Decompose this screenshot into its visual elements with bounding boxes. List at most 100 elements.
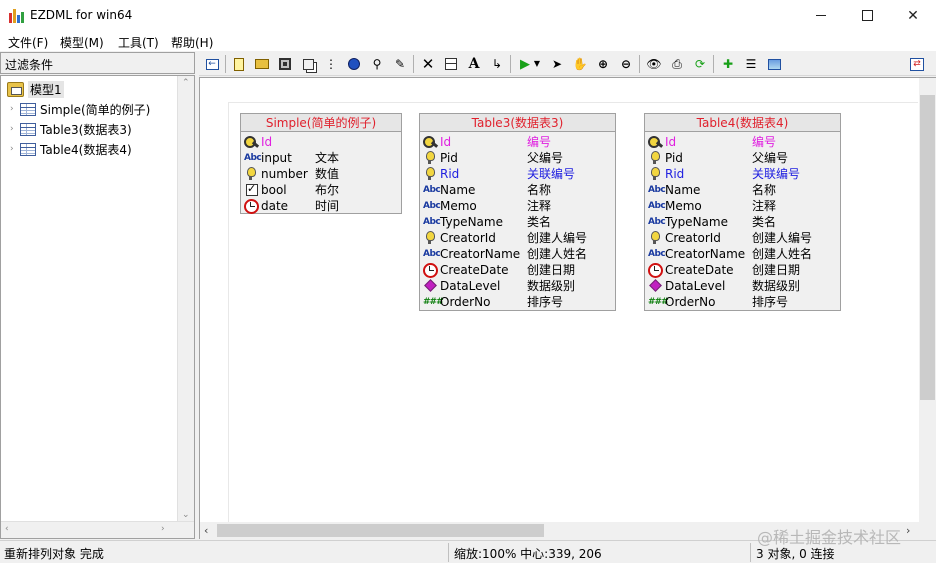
pointer-icon[interactable]: ➤ xyxy=(548,55,566,73)
field-row[interactable]: ### OrderNo 排序号 xyxy=(420,294,615,310)
menu-model[interactable]: 模型(M) xyxy=(60,34,104,51)
delete-icon[interactable]: ✕ xyxy=(419,55,437,73)
field-name: DataLevel xyxy=(440,279,501,293)
entity-table[interactable]: Simple(简单的例子)IdAbcinput文本number数值bool布尔d… xyxy=(240,113,402,214)
field-row[interactable]: number 数值 xyxy=(241,166,401,182)
entity-table[interactable]: Table4(数据表4) Id 编号 Pid 父编号 Rid 关联编号 Abc Name 名称 Ab… xyxy=(644,113,841,311)
field-name: Id xyxy=(440,135,452,149)
field-row[interactable]: DataLevel 数据级别 xyxy=(420,278,615,294)
scroll-down-icon[interactable]: ⌄ xyxy=(182,510,190,520)
tree-item-model[interactable]: 模型1 xyxy=(7,80,64,98)
new-icon[interactable] xyxy=(230,55,248,73)
tree-horizontal-scrollbar[interactable]: ‹ › xyxy=(1,521,194,538)
field-row[interactable]: date 时间 xyxy=(241,198,401,214)
find-icon[interactable]: ⚲ xyxy=(368,55,386,73)
bulb-icon xyxy=(648,167,663,181)
bulb-icon xyxy=(244,167,259,181)
field-row[interactable]: Abc Memo 注释 xyxy=(645,198,840,214)
scroll-right-icon[interactable]: › xyxy=(906,524,910,537)
entity-table[interactable]: Table3(数据表3) Id 编号 Pid 父编号 Rid 关联编号 Abc Name 名称 Ab… xyxy=(419,113,616,311)
field-comment: 注释 xyxy=(527,199,552,213)
field-row[interactable]: Abc Name 名称 xyxy=(420,182,615,198)
field-row[interactable]: Abc input 文本 xyxy=(241,150,401,166)
tree-item-table[interactable]: › Simple(简单的例子) xyxy=(1,100,150,118)
field-row[interactable]: Abc TypeName 类名 xyxy=(420,214,615,230)
minimize-button[interactable] xyxy=(798,0,844,31)
field-comment: 创建人姓名 xyxy=(752,247,813,261)
field-name: Rid xyxy=(440,167,460,181)
filter-label[interactable]: 过滤条件 xyxy=(0,52,195,74)
run-dropdown-icon[interactable]: ▼ xyxy=(532,55,542,73)
hand-icon[interactable]: ✋ xyxy=(571,55,589,73)
expand-icon[interactable]: › xyxy=(10,124,20,134)
view-icon[interactable]: 👁 xyxy=(645,55,663,73)
link-icon[interactable]: ↳ xyxy=(488,55,506,73)
globe-icon[interactable] xyxy=(345,55,363,73)
field-row[interactable]: Id 编号 xyxy=(645,134,840,150)
canvas-vertical-scrollbar[interactable] xyxy=(919,78,936,523)
menu-help[interactable]: 帮助(H) xyxy=(171,34,213,51)
pencil-icon[interactable]: ✎ xyxy=(391,55,409,73)
open-icon[interactable] xyxy=(253,55,271,73)
print-icon[interactable]: ⎙ xyxy=(668,55,686,73)
expand-icon[interactable]: › xyxy=(10,104,20,114)
app-icon xyxy=(9,9,24,23)
field-row[interactable]: Abc Name 名称 xyxy=(645,182,840,198)
maximize-button[interactable] xyxy=(844,0,890,31)
field-row[interactable]: Abc Memo 注释 xyxy=(420,198,615,214)
properties-icon[interactable]: ☰ xyxy=(742,55,760,73)
field-name: Id xyxy=(261,135,273,149)
image-icon[interactable] xyxy=(765,55,783,73)
scroll-right-icon[interactable]: › xyxy=(161,524,165,534)
field-comment: 名称 xyxy=(527,183,552,197)
menu-file[interactable]: 文件(F) xyxy=(8,34,48,51)
field-row[interactable]: Rid 关联编号 xyxy=(420,166,615,182)
model-tree[interactable]: 模型1 › Simple(简单的例子) › Table3(数据表3) › Tab… xyxy=(0,75,195,539)
zoom-in-icon[interactable]: ⊕ xyxy=(594,55,612,73)
tree-item-table[interactable]: › Table4(数据表4) xyxy=(1,140,132,158)
field-row[interactable]: Pid 父编号 xyxy=(645,150,840,166)
field-row[interactable]: Abc CreatorName 创建人姓名 xyxy=(420,246,615,262)
zoom-out-icon[interactable]: ⊖ xyxy=(617,55,635,73)
field-row[interactable]: Id 编号 xyxy=(420,134,615,150)
add-icon[interactable]: ✚ xyxy=(719,55,737,73)
save-icon[interactable] xyxy=(276,55,294,73)
table-icon xyxy=(20,142,36,156)
expand-icon[interactable]: › xyxy=(10,144,20,154)
horizontal-scroll-thumb[interactable] xyxy=(217,524,544,537)
dock-icon[interactable]: ⇄ xyxy=(908,55,926,73)
field-row[interactable]: CreatorId 创建人编号 xyxy=(645,230,840,246)
diagram-canvas[interactable]: Simple(简单的例子)IdAbcinput文本number数值bool布尔d… xyxy=(199,77,936,539)
tree-item-table[interactable]: › Table3(数据表3) xyxy=(1,120,132,138)
field-row[interactable]: bool 布尔 xyxy=(241,182,401,198)
field-row[interactable]: Abc TypeName 类名 xyxy=(645,214,840,230)
scroll-left-icon[interactable]: ‹ xyxy=(204,524,208,537)
field-row[interactable]: CreateDate 创建日期 xyxy=(645,262,840,278)
refresh-icon[interactable]: ⟳ xyxy=(691,55,709,73)
field-row[interactable]: CreateDate 创建日期 xyxy=(420,262,615,278)
left-panel: 过滤条件 模型1 › Simple(简单的例子) › Table3(数据表3) … xyxy=(0,52,195,539)
tree-icon[interactable]: ⋮ xyxy=(322,55,340,73)
table-icon[interactable] xyxy=(442,55,460,73)
field-row[interactable]: Pid 父编号 xyxy=(420,150,615,166)
scroll-left-icon[interactable]: ‹ xyxy=(5,524,9,534)
key-icon xyxy=(423,135,438,149)
scroll-up-icon[interactable]: ⌃ xyxy=(182,78,190,88)
field-row[interactable]: CreatorId 创建人编号 xyxy=(420,230,615,246)
back-icon[interactable]: ← xyxy=(203,55,221,73)
close-button[interactable]: ✕ xyxy=(890,0,936,31)
field-row[interactable]: DataLevel 数据级别 xyxy=(645,278,840,294)
field-comment: 时间 xyxy=(315,199,340,213)
field-row[interactable]: Abc CreatorName 创建人姓名 xyxy=(645,246,840,262)
copy-icon[interactable] xyxy=(299,55,317,73)
field-comment: 创建人姓名 xyxy=(527,247,588,261)
field-row[interactable]: Id xyxy=(241,134,401,150)
tree-item-label: Table3(数据表3) xyxy=(40,122,132,137)
field-row[interactable]: ### OrderNo 排序号 xyxy=(645,294,840,310)
menu-tools[interactable]: 工具(T) xyxy=(118,34,159,51)
key-icon xyxy=(648,135,663,149)
vertical-scroll-thumb[interactable] xyxy=(920,95,935,400)
text-icon[interactable]: A xyxy=(465,55,483,73)
tree-vertical-scrollbar[interactable]: ⌃ ⌄ xyxy=(177,76,194,538)
field-row[interactable]: Rid 关联编号 xyxy=(645,166,840,182)
